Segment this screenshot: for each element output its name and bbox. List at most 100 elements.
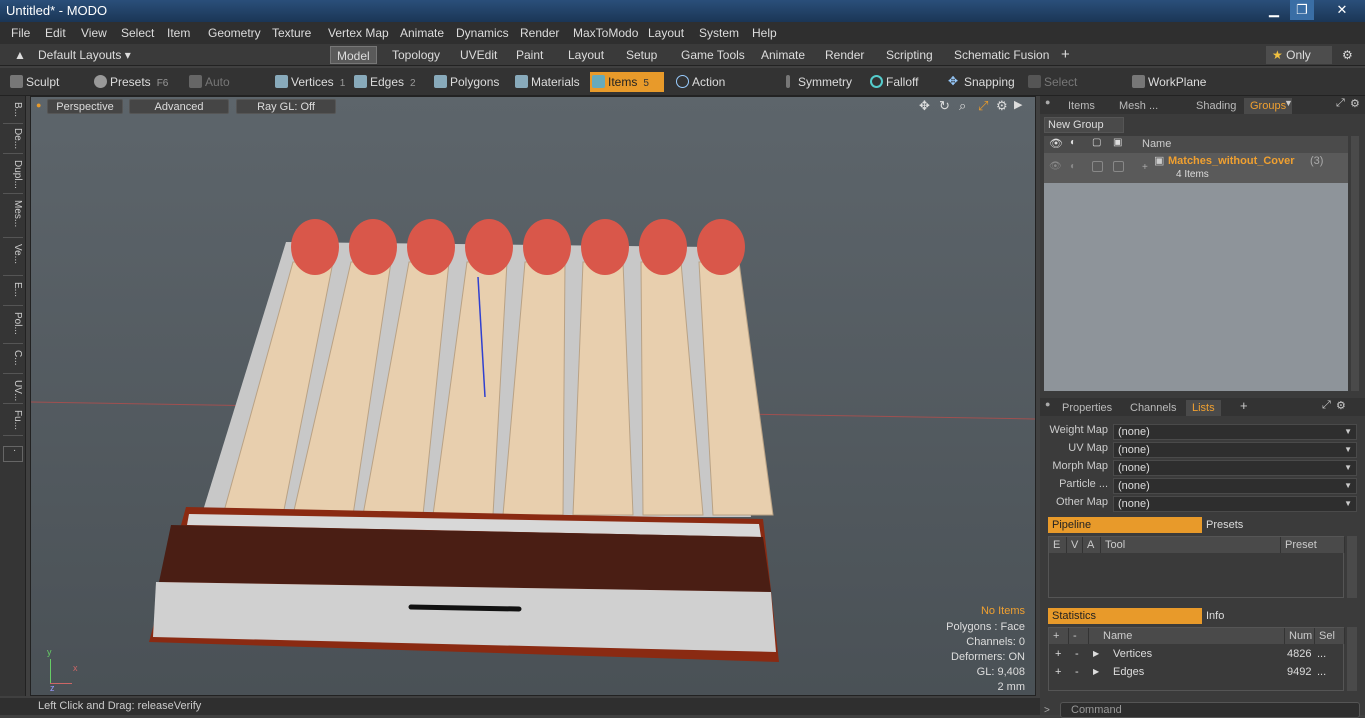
layout-preset-dropdown[interactable]: Default Layouts ▾ xyxy=(32,46,137,64)
lists-maximize-icon[interactable]: ⤢ xyxy=(1322,399,1331,412)
pipeline-scrollbar[interactable] xyxy=(1347,536,1357,598)
menu-edit[interactable]: Edit xyxy=(45,26,66,40)
stat-remove-icon[interactable]: - xyxy=(1075,666,1079,678)
menu-dynamics[interactable]: Dynamics xyxy=(456,26,509,40)
falloff-button[interactable]: Falloff xyxy=(868,72,930,92)
select-icon[interactable]: ▣ xyxy=(1113,137,1122,148)
maximize-icon[interactable]: ⤢ xyxy=(1336,97,1345,110)
left-tab-more[interactable]: . xyxy=(3,446,23,462)
left-tab-3[interactable]: Dupl... xyxy=(3,158,23,194)
tab-topology[interactable]: Topology xyxy=(386,46,446,64)
tab-paint[interactable]: Paint xyxy=(510,46,549,64)
polygons-button[interactable]: Polygons xyxy=(432,72,504,92)
tab-lists[interactable]: Lists xyxy=(1186,400,1221,416)
tab-setup[interactable]: Setup xyxy=(620,46,663,64)
group-row[interactable]: 👁 ◐ + ▣ Matches_without_Cover (3) 4 Item… xyxy=(1044,153,1348,183)
tab-mesh[interactable]: Mesh ... xyxy=(1113,98,1164,114)
tab-render[interactable]: Render xyxy=(819,46,870,64)
left-tab-2[interactable]: De... xyxy=(3,126,23,154)
menu-animate[interactable]: Animate xyxy=(400,26,444,40)
left-tab-4[interactable]: Mes... xyxy=(3,198,23,238)
statistics-scrollbar[interactable] xyxy=(1347,627,1357,691)
table-row[interactable]: + - ▶ Vertices 4826 ... xyxy=(1049,646,1345,664)
tab-items[interactable]: Items xyxy=(1062,98,1101,114)
new-group-button[interactable]: New Group xyxy=(1044,117,1124,133)
action-center-button[interactable]: Action Center xyxy=(674,72,764,109)
materials-button[interactable]: Materials xyxy=(513,72,585,92)
lists-menu-icon[interactable]: ● xyxy=(1045,399,1050,409)
weight-map-select[interactable]: (none) xyxy=(1113,424,1357,440)
gear-icon[interactable]: ⚙ xyxy=(1336,46,1359,64)
items-button[interactable]: Items 5 xyxy=(590,72,664,92)
sculpt-button[interactable]: Sculpt xyxy=(8,72,80,92)
menu-vertex-map[interactable]: Vertex Map xyxy=(328,26,389,40)
stat-add-icon[interactable]: + xyxy=(1055,666,1061,678)
row-select-icon[interactable] xyxy=(1113,161,1124,172)
row-render-icon[interactable]: ◐ xyxy=(1070,161,1076,172)
left-tab-5[interactable]: Ve... xyxy=(3,242,23,276)
restore-icon[interactable]: ❐ xyxy=(1290,0,1314,20)
morph-map-select[interactable]: (none) xyxy=(1113,460,1357,476)
row-eye-icon[interactable]: 👁 xyxy=(1049,161,1062,172)
menu-select[interactable]: Select xyxy=(121,26,154,40)
symmetry-button[interactable]: Symmetry xyxy=(780,72,852,92)
other-map-select[interactable]: (none) xyxy=(1113,496,1357,512)
menu-view[interactable]: View xyxy=(81,26,107,40)
select-through-button[interactable]: Select Through xyxy=(1026,72,1122,109)
tab-channels[interactable]: Channels xyxy=(1124,400,1182,416)
tab-shading[interactable]: Shading xyxy=(1190,98,1242,114)
menu-maxtomodo[interactable]: MaxToModo xyxy=(573,26,638,40)
left-tab-9[interactable]: UV... xyxy=(3,378,23,404)
left-tab-8[interactable]: C... xyxy=(3,348,23,374)
auto-select-button[interactable]: Auto Select xyxy=(187,72,265,109)
edges-button[interactable]: Edges 2 xyxy=(352,72,426,92)
left-tab-1[interactable]: B... xyxy=(3,100,23,124)
snapping-button[interactable]: ✥ Snapping xyxy=(946,72,1016,92)
tab-model[interactable]: Model xyxy=(330,46,377,64)
lists-gear-icon[interactable]: ⚙ xyxy=(1336,399,1346,412)
expand-arrow-icon[interactable]: ▶ xyxy=(1093,667,1099,676)
add-tab-icon[interactable]: + xyxy=(1055,46,1076,64)
menu-help[interactable]: Help xyxy=(752,26,777,40)
tab-game-tools[interactable]: Game Tools xyxy=(675,46,751,64)
menu-file[interactable]: File xyxy=(11,26,30,40)
info-tab[interactable]: Info xyxy=(1202,608,1342,624)
row-lock-icon[interactable] xyxy=(1092,161,1103,172)
stat-add-icon[interactable]: + xyxy=(1055,648,1061,660)
table-row[interactable]: + - ▶ Edges 9492 ... xyxy=(1049,664,1345,682)
close-icon[interactable]: ✕ xyxy=(1330,0,1354,20)
tab-animate[interactable]: Animate xyxy=(755,46,811,64)
tab-layout[interactable]: Layout xyxy=(562,46,610,64)
presets-button[interactable]: Presets F6 xyxy=(92,72,172,92)
left-tab-10[interactable]: Fu... xyxy=(3,408,23,436)
menu-item[interactable]: Item xyxy=(167,26,190,40)
3d-viewport[interactable]: ● Perspective Advanced Ray GL: Off ✥ ↻ ⌕… xyxy=(30,96,1036,696)
left-tab-7[interactable]: Pol... xyxy=(3,310,23,344)
eye-icon[interactable]: 👁 xyxy=(1049,137,1063,150)
statistics-tab[interactable]: Statistics xyxy=(1048,608,1202,624)
tab-properties[interactable]: Properties xyxy=(1056,400,1118,416)
panel-gear-icon[interactable]: ⚙ xyxy=(1350,97,1360,110)
menu-texture[interactable]: Texture xyxy=(272,26,311,40)
uv-map-select[interactable]: (none) xyxy=(1113,442,1357,458)
add-panel-tab-icon[interactable]: + xyxy=(1240,398,1248,413)
menu-layout[interactable]: Layout xyxy=(648,26,684,40)
menu-geometry[interactable]: Geometry xyxy=(208,26,261,40)
presets-tab[interactable]: Presets xyxy=(1202,517,1342,533)
expand-row-icon[interactable]: + xyxy=(1142,162,1148,173)
panel-menu-icon[interactable]: ● xyxy=(1045,97,1050,107)
lock-icon[interactable]: ▢ xyxy=(1092,137,1101,148)
particle-map-select[interactable]: (none) xyxy=(1113,478,1357,494)
chevron-down-icon[interactable]: ▼ xyxy=(1284,98,1293,108)
vertices-button[interactable]: Vertices 1 xyxy=(273,72,347,92)
stat-remove-icon[interactable]: - xyxy=(1075,648,1079,660)
minimize-icon[interactable]: ▁ xyxy=(1262,0,1286,20)
tab-scripting[interactable]: Scripting xyxy=(880,46,939,64)
tab-schematic-fusion[interactable]: Schematic Fusion xyxy=(948,46,1055,64)
left-tab-6[interactable]: E... xyxy=(3,280,23,306)
groups-scrollbar[interactable] xyxy=(1351,136,1359,391)
expand-arrow-icon[interactable]: ▶ xyxy=(1093,649,1099,658)
workplane-button[interactable]: WorkPlane xyxy=(1130,72,1210,92)
expand-icon[interactable]: ▲ xyxy=(8,46,32,64)
command-input[interactable]: Command xyxy=(1060,702,1360,718)
